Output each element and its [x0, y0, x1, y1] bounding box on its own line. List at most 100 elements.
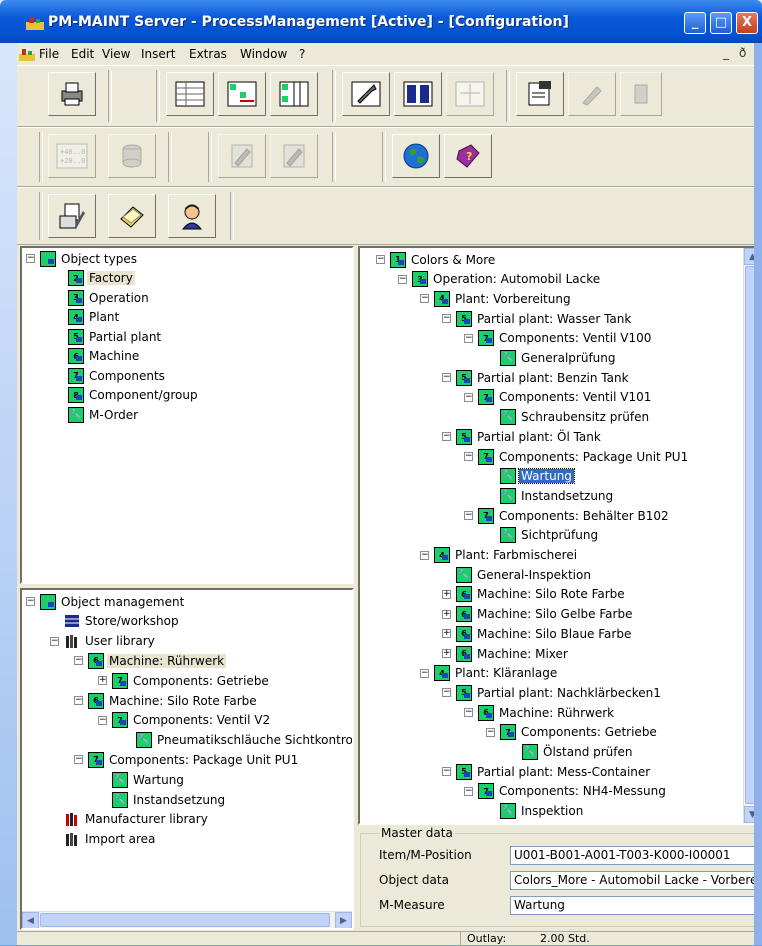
scroll-right-button[interactable]: ▶ — [335, 912, 352, 928]
tree-node[interactable]: 4 Plant: Vorbereitung — [434, 289, 573, 308]
print-button[interactable] — [48, 72, 96, 116]
tree-node[interactable]: 4 Plant: Kläranlage — [434, 664, 559, 683]
tree-node[interactable]: Import area — [64, 830, 157, 849]
tree-node[interactable]: 6 Machine: Rührwerk — [478, 703, 616, 722]
tools-button[interactable] — [342, 72, 390, 116]
tree-node[interactable]: 6 Machine: Silo Rote Farbe — [88, 691, 259, 710]
tree-node[interactable]: 6 Machine: Mixer — [456, 644, 570, 663]
tree-node[interactable]: Manufacturer library — [64, 810, 210, 829]
list-view-button[interactable] — [166, 72, 214, 116]
tree-node[interactable]: 5 Partial plant: Öl Tank — [456, 427, 603, 446]
collapse-toggle[interactable]: − — [50, 636, 59, 646]
collapse-toggle[interactable]: − — [442, 373, 451, 383]
tree-node[interactable]: 6 Machine: Silo Gelbe Farbe — [456, 605, 634, 624]
tree-node[interactable]: 7 Components: Ventil V101 — [478, 388, 653, 407]
menu-view[interactable]: View — [102, 47, 130, 61]
collapse-toggle[interactable]: − — [464, 452, 473, 461]
tree-node[interactable]: 5 Partial plant: Mess-Container — [456, 762, 652, 781]
expand-toggle[interactable]: + — [442, 629, 451, 639]
tree-node[interactable]: Store/workshop — [64, 612, 181, 631]
item-position-field[interactable]: U001-B001-A001-T003-K000-I00001 — [510, 846, 762, 865]
counter-button[interactable]: +40..0 +20..0 — [48, 134, 96, 178]
collapse-toggle[interactable]: − — [74, 755, 83, 765]
tree-node[interactable]: 3 Operation — [68, 288, 151, 307]
tree-node[interactable]: General-Inspektion — [456, 565, 593, 584]
edit-record-button[interactable] — [218, 134, 266, 178]
mdi-restore-button[interactable]: ð — [739, 46, 746, 60]
tree-node[interactable]: 7 Components: Ventil V2 — [112, 711, 272, 730]
menu-window[interactable]: Window — [240, 47, 287, 61]
help-book-button[interactable]: ? — [444, 134, 492, 178]
columns-view-button[interactable] — [394, 72, 442, 116]
tree-node[interactable]: Generalprüfung — [500, 349, 618, 368]
collapse-toggle[interactable]: − — [464, 511, 473, 521]
tree-node[interactable]: Instandsetzung — [112, 790, 227, 809]
measure-field[interactable]: Wartung — [510, 896, 762, 915]
collapse-toggle[interactable]: − — [420, 294, 429, 304]
tree-node[interactable]: 6 Machine — [68, 347, 141, 366]
edit-tool-button[interactable] — [568, 72, 616, 116]
expand-toggle[interactable]: + — [442, 649, 451, 658]
tree-node[interactable]: User library — [64, 632, 157, 651]
menu-extras[interactable]: Extras — [189, 47, 227, 61]
tree-node[interactable]: 5 Partial plant: Wasser Tank — [456, 309, 633, 328]
mdi-minimize-button[interactable]: _ — [723, 46, 729, 60]
edit-record-alt-button[interactable] — [270, 134, 318, 178]
expand-toggle[interactable]: + — [442, 589, 451, 599]
tree-node[interactable]: Ölstand prüfen — [522, 743, 635, 762]
properties-button[interactable] — [516, 72, 564, 116]
collapse-toggle[interactable]: − — [464, 392, 473, 402]
tree-node[interactable]: 2 Factory — [68, 269, 135, 288]
tree-node[interactable]: Wartung — [500, 467, 575, 486]
collapse-toggle[interactable]: − — [26, 254, 35, 263]
tree-node[interactable]: 8 Component/group — [68, 386, 200, 405]
collapse-toggle[interactable]: − — [464, 333, 473, 343]
collapse-toggle[interactable]: − — [464, 708, 473, 718]
collapse-toggle[interactable]: − — [442, 767, 451, 777]
collapse-toggle[interactable]: − — [420, 550, 429, 560]
scroll-left-button[interactable]: ◀ — [22, 912, 39, 928]
tree-node[interactable]: 7 Components: Package Unit PU1 — [88, 750, 300, 769]
tree-node[interactable]: 4 Plant: Farbmischerei — [434, 546, 579, 565]
menu-help[interactable]: ? — [299, 47, 305, 61]
menu-insert[interactable]: Insert — [141, 47, 175, 61]
tree-node[interactable]: 5 Partial plant — [68, 327, 163, 346]
collapse-toggle[interactable]: − — [74, 696, 83, 705]
collapse-toggle[interactable]: − — [26, 597, 35, 606]
close-button[interactable]: X — [736, 12, 758, 34]
tree-node[interactable]: 4 Plant — [68, 308, 121, 327]
minimize-button[interactable]: _ — [684, 12, 706, 34]
menu-file[interactable]: File — [39, 47, 59, 61]
internet-button[interactable] — [392, 134, 440, 178]
tree-node[interactable]: 1 Colors & More — [390, 250, 497, 269]
collapse-toggle[interactable]: − — [98, 715, 107, 725]
tree-node[interactable]: 5 Partial plant: Benzin Tank — [456, 368, 631, 387]
tree-node[interactable]: 6 Machine: Silo Rote Farbe — [456, 585, 627, 604]
menu-edit[interactable]: Edit — [71, 47, 94, 61]
tree-node[interactable]: Sichtprüfung — [500, 526, 600, 545]
tree-node[interactable]: M-Order — [68, 405, 140, 424]
tree-node[interactable]: 7 Components: Package Unit PU1 — [478, 447, 690, 466]
scroll-thumb[interactable] — [40, 913, 330, 927]
database-button[interactable] — [108, 134, 156, 178]
tree-node[interactable]: 7 Components: Getriebe — [112, 671, 271, 690]
object-data-field[interactable]: Colors_More - Automobil Lacke - Vorberei… — [510, 871, 762, 890]
tree-node[interactable]: 5 Partial plant: Nachklärbecken1 — [456, 683, 663, 702]
structure-view-button[interactable] — [446, 72, 494, 116]
collapse-toggle[interactable]: − — [442, 314, 451, 324]
document-icon[interactable] — [19, 47, 35, 61]
tree-node[interactable]: Instandsetzung — [500, 486, 615, 505]
tree-node[interactable]: 7 Components: Behälter B102 — [478, 506, 671, 525]
tree-node[interactable]: 6 Machine: Silo Blaue Farbe — [456, 624, 633, 643]
user-button[interactable] — [168, 194, 216, 238]
tree-node[interactable]: Pneumatikschläuche Sichtkontrolle — [136, 731, 352, 750]
collapse-toggle[interactable]: − — [442, 688, 451, 698]
collapse-toggle[interactable]: − — [74, 656, 83, 666]
tree-node[interactable]: 6 Machine: Rührwerk — [88, 651, 227, 670]
tree-node[interactable]: Schraubensitz prüfen — [500, 408, 651, 427]
archive-button[interactable] — [108, 194, 156, 238]
collapse-toggle[interactable]: − — [398, 274, 407, 284]
next-tool-button[interactable] — [620, 72, 662, 116]
tree-node[interactable]: 7 Components: NH4-Messung — [478, 782, 668, 801]
expand-toggle[interactable]: + — [98, 676, 107, 686]
